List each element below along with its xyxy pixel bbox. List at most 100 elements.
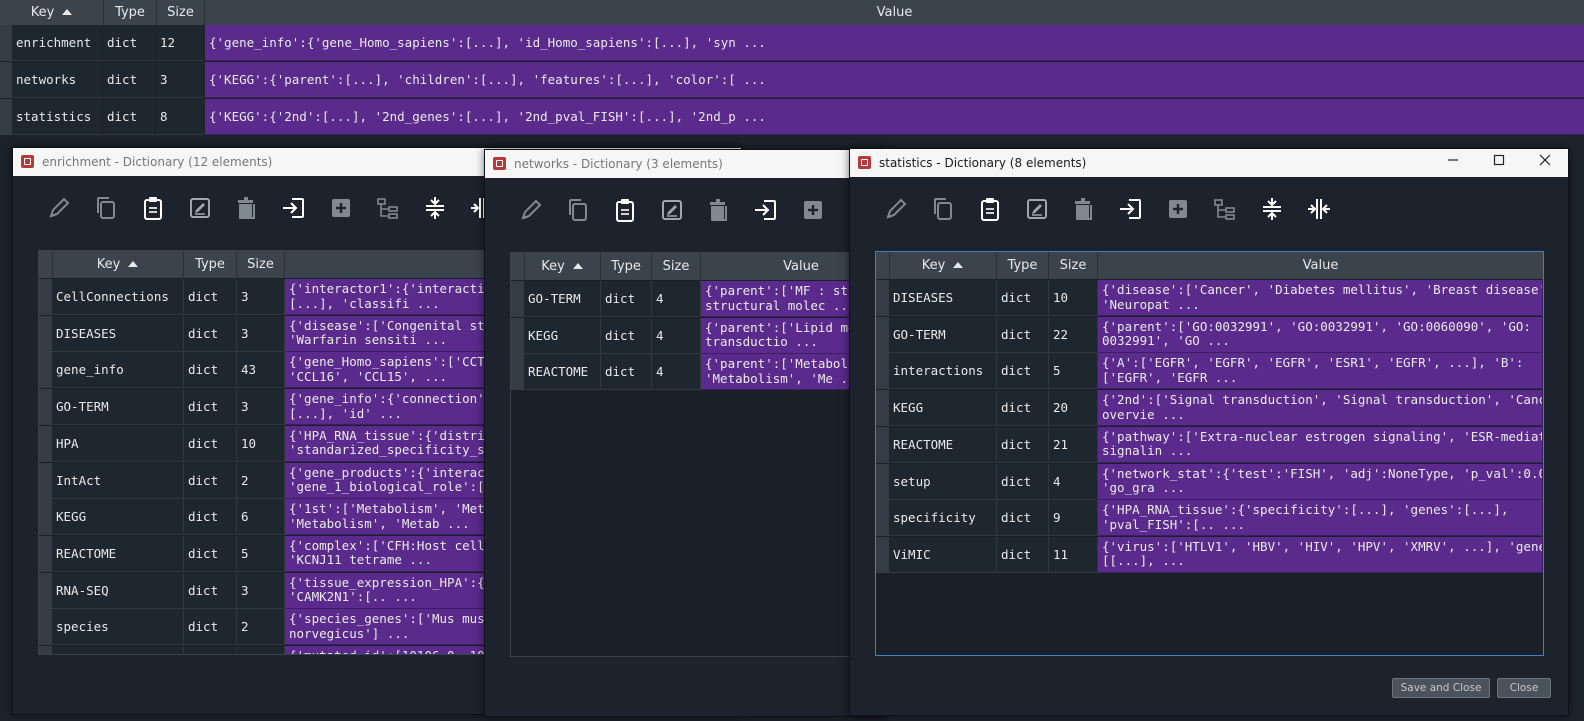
insert-button[interactable] bbox=[1117, 195, 1145, 223]
row-selector[interactable] bbox=[876, 353, 889, 390]
table-row[interactable]: KEGG dict 20 {'2nd':['Signal transduction',… bbox=[876, 390, 1543, 427]
row-selector[interactable] bbox=[511, 317, 524, 354]
add-button[interactable] bbox=[327, 194, 355, 222]
table-row[interactable]: GO-TERM dict 22 {'parent':['GO:0032991', 'G… bbox=[876, 316, 1543, 354]
row-selector[interactable] bbox=[876, 390, 889, 427]
size-column-header[interactable]: Size bbox=[237, 251, 285, 278]
row-selector[interactable] bbox=[876, 463, 889, 500]
row-selector[interactable] bbox=[876, 280, 889, 316]
dialog-toolbar bbox=[485, 180, 885, 240]
key-column-header[interactable]: Key bbox=[889, 252, 997, 279]
dictionary-table[interactable]: Key Type Size Value DISEASES dict 10 {'disease'… bbox=[875, 251, 1544, 656]
copy-icon bbox=[97, 197, 115, 219]
value-column-header[interactable]: Value bbox=[205, 0, 1584, 25]
edit-button[interactable] bbox=[45, 194, 73, 222]
remove-button[interactable] bbox=[233, 194, 261, 222]
row-selector[interactable] bbox=[0, 25, 12, 61]
key-column-header[interactable]: Key bbox=[0, 0, 104, 25]
collapse-button[interactable] bbox=[421, 194, 449, 222]
insert-icon bbox=[283, 198, 304, 218]
remove-button[interactable] bbox=[705, 196, 733, 224]
row-selector[interactable] bbox=[0, 62, 12, 98]
add-button[interactable] bbox=[1164, 195, 1192, 223]
row-selector[interactable] bbox=[39, 279, 52, 315]
row-selector[interactable] bbox=[39, 609, 52, 646]
row-selector[interactable] bbox=[39, 425, 52, 462]
expand-button[interactable] bbox=[1305, 195, 1333, 223]
dictionary-table[interactable]: Key Type Size Value GO-TERM dict 4 {'parent':['… bbox=[510, 252, 882, 657]
add-button[interactable] bbox=[799, 196, 827, 224]
variable-row[interactable]: networks dict 3 {'KEGG':{'parent':[...], 'c… bbox=[0, 62, 1584, 98]
type-column-header[interactable]: Type bbox=[184, 251, 237, 278]
copy-button[interactable] bbox=[564, 196, 592, 224]
variable-row[interactable]: enrichment dict 12 {'gene_info':{'gene_Homo… bbox=[0, 25, 1584, 61]
key-column-header[interactable]: Key bbox=[524, 253, 601, 280]
dialog-titlebar[interactable]: statistics - Dictionary (8 elements) bbox=[850, 149, 1568, 177]
insert-button[interactable] bbox=[280, 194, 308, 222]
table-row[interactable]: REACTOME dict 4 {'parent':['Metabolism 'Meta… bbox=[511, 354, 881, 391]
row-selector[interactable] bbox=[39, 646, 52, 654]
row-selector[interactable] bbox=[39, 499, 52, 536]
rename-button[interactable] bbox=[658, 196, 686, 224]
key-column-header[interactable]: Key bbox=[52, 251, 184, 278]
copy-button[interactable] bbox=[92, 194, 120, 222]
table-row[interactable]: specificity dict 9 {'HPA_RNA_tissue':{'spec… bbox=[876, 500, 1543, 537]
paste-button[interactable] bbox=[611, 196, 639, 224]
rename-button[interactable] bbox=[186, 194, 214, 222]
dialog-title: statistics - Dictionary (8 elements) bbox=[879, 156, 1087, 170]
row-type: dict bbox=[184, 425, 237, 462]
dialog-titlebar[interactable]: networks - Dictionary (3 elements) bbox=[485, 150, 885, 178]
row-key: DISEASES bbox=[52, 315, 184, 352]
type-column-header[interactable]: Type bbox=[104, 0, 157, 25]
row-selector[interactable] bbox=[39, 572, 52, 609]
table-row[interactable]: ViMIC dict 11 {'virus':['HTLV1', 'HBV', 'HI… bbox=[876, 536, 1543, 574]
remove-button[interactable] bbox=[1070, 195, 1098, 223]
row-selector[interactable] bbox=[39, 315, 52, 352]
table-row[interactable]: interactions dict 5 {'A':['EGFR', 'EGFR', '… bbox=[876, 353, 1543, 390]
view-tree-button[interactable] bbox=[1211, 195, 1239, 223]
close-button[interactable]: Close bbox=[1497, 678, 1551, 698]
save-and-close-button[interactable]: Save and Close bbox=[1392, 678, 1490, 698]
type-column-header[interactable]: Type bbox=[997, 252, 1049, 279]
row-selector[interactable] bbox=[511, 354, 524, 391]
row-selector[interactable] bbox=[876, 536, 889, 573]
table-row[interactable]: DISEASES dict 10 {'disease':['Cancer', 'Dia… bbox=[876, 280, 1543, 317]
variable-row[interactable]: statistics dict 8 {'KEGG':{'2nd':[...], '2n… bbox=[0, 99, 1584, 135]
edit-button[interactable] bbox=[882, 195, 910, 223]
paste-button[interactable] bbox=[139, 194, 167, 222]
row-key: GO-TERM bbox=[524, 281, 601, 317]
view-tree-button[interactable] bbox=[374, 194, 402, 222]
row-key: interactions bbox=[889, 353, 997, 390]
size-column-header[interactable]: Size bbox=[157, 0, 205, 25]
size-column-header[interactable]: Size bbox=[652, 253, 701, 280]
collapse-button[interactable] bbox=[1258, 195, 1286, 223]
value-column-header[interactable]: Value bbox=[1098, 252, 1543, 279]
maximize-button[interactable] bbox=[1476, 149, 1522, 177]
size-column-header[interactable]: Size bbox=[1049, 252, 1098, 279]
table-row[interactable]: REACTOME dict 21 {'pathway':['Extra-nuclear… bbox=[876, 426, 1543, 464]
row-selector[interactable] bbox=[876, 500, 889, 537]
row-selector[interactable] bbox=[511, 281, 524, 317]
row-value-line-2: 'Neuropat ... bbox=[1102, 296, 1200, 312]
row-selector[interactable] bbox=[876, 316, 889, 353]
collapse-icon bbox=[426, 197, 444, 219]
close-window-button[interactable] bbox=[1522, 149, 1568, 177]
edit-button[interactable] bbox=[517, 196, 545, 224]
row-selector[interactable] bbox=[39, 352, 52, 389]
insert-button[interactable] bbox=[752, 196, 780, 224]
row-selector[interactable] bbox=[39, 535, 52, 572]
table-row[interactable]: setup dict 4 {'network_stat':{'test':'FISH'… bbox=[876, 463, 1543, 501]
table-row[interactable]: KEGG dict 4 {'parent':['Lipid metr transduct… bbox=[511, 317, 881, 355]
row-selector[interactable] bbox=[876, 426, 889, 463]
row-selector[interactable] bbox=[39, 389, 52, 426]
close-icon bbox=[1539, 154, 1551, 166]
copy-button[interactable] bbox=[929, 195, 957, 223]
row-selector[interactable] bbox=[0, 99, 12, 135]
rename-button[interactable] bbox=[1023, 195, 1051, 223]
paste-button[interactable] bbox=[976, 195, 1004, 223]
type-column-header[interactable]: Type bbox=[601, 253, 652, 280]
minimize-button[interactable] bbox=[1430, 149, 1476, 177]
row-type: dict bbox=[184, 352, 237, 389]
table-row[interactable]: GO-TERM dict 4 {'parent':['MF : struc struct… bbox=[511, 281, 881, 318]
row-selector[interactable] bbox=[39, 462, 52, 499]
